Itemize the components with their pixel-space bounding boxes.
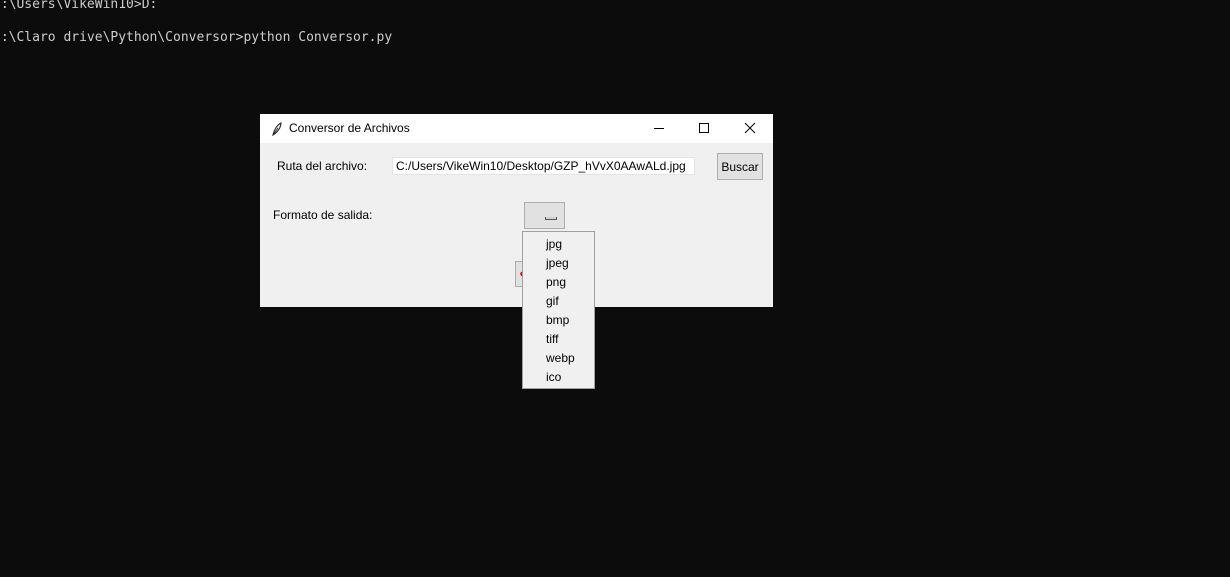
output-format-label: Formato de salida: <box>273 208 373 222</box>
minimize-button[interactable] <box>636 114 682 143</box>
maximize-button[interactable] <box>681 114 727 143</box>
output-format-select[interactable] <box>524 202 565 229</box>
terminal-line-2: D:\Claro drive\Python\Conversor>python C… <box>0 30 393 45</box>
title-bar[interactable]: Conversor de Archivos <box>260 114 773 143</box>
browse-button[interactable]: Buscar <box>717 153 763 180</box>
maximize-icon <box>698 119 710 138</box>
dropdown-option-webp[interactable]: webp <box>523 349 594 368</box>
dropdown-option-gif[interactable]: gif <box>523 292 594 311</box>
file-path-input[interactable] <box>392 157 695 175</box>
window-title: Conversor de Archivos <box>289 121 410 135</box>
file-path-label: Ruta del archivo: <box>277 159 368 173</box>
dropdown-option-png[interactable]: png <box>523 273 594 292</box>
dropdown-option-bmp[interactable]: bmp <box>523 311 594 330</box>
dropdown-option-jpg[interactable]: jpg <box>523 235 594 254</box>
close-icon <box>744 119 756 138</box>
dropdown-option-jpeg[interactable]: jpeg <box>523 254 594 273</box>
option-menu-indicator-icon <box>545 217 557 220</box>
terminal-line-1: C:\Users\VikeWin10>D: <box>0 0 158 12</box>
format-dropdown-menu: jpg jpeg png gif bmp tiff webp ico <box>522 231 595 389</box>
close-button[interactable] <box>727 114 773 143</box>
feather-icon <box>270 121 284 137</box>
minimize-icon <box>653 119 665 138</box>
converter-window: Conversor de Archivos Ruta del archivo: … <box>260 114 773 307</box>
dropdown-option-ico[interactable]: ico <box>523 368 594 387</box>
dropdown-option-tiff[interactable]: tiff <box>523 330 594 349</box>
